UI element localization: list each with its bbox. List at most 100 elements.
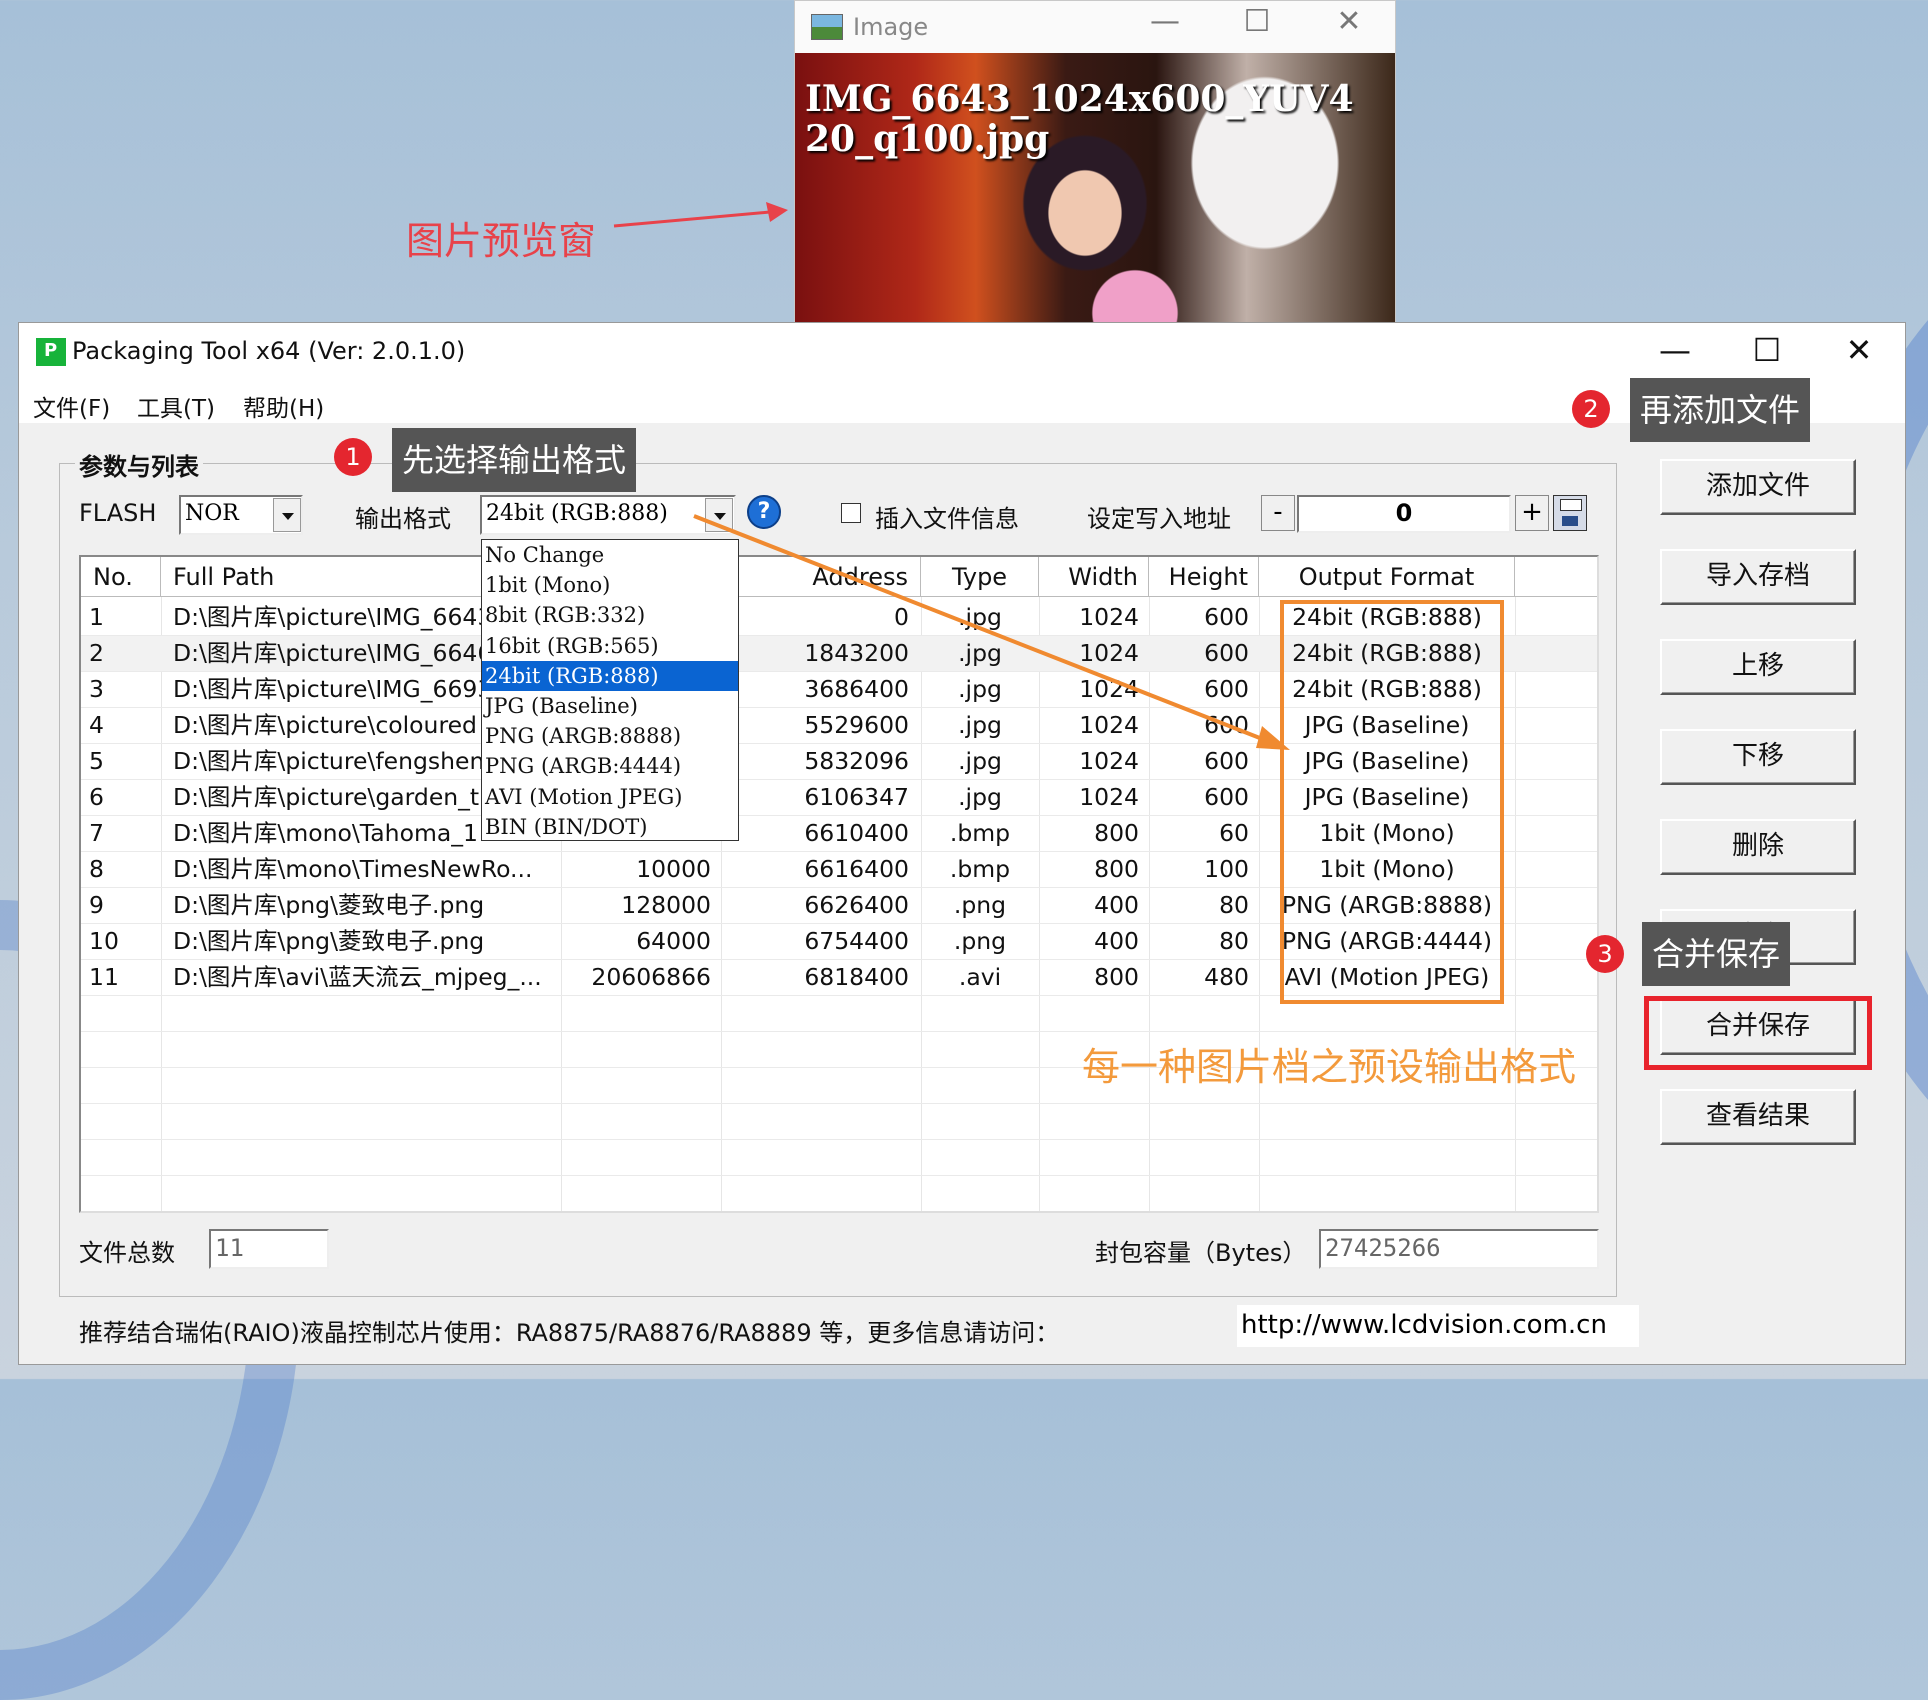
increment-button[interactable]: + xyxy=(1515,495,1549,531)
file-count-field: 11 xyxy=(209,1229,329,1269)
cell-height: 80 xyxy=(1219,927,1249,955)
cell-width: 400 xyxy=(1094,891,1139,919)
cell-no: 8 xyxy=(89,855,104,883)
close-icon[interactable]: ✕ xyxy=(1303,1,1395,53)
flash-value: NOR xyxy=(185,501,239,526)
default-format-note: 每一种图片档之预设输出格式 xyxy=(1082,1045,1577,1089)
output-format-label: 输出格式 xyxy=(355,505,451,533)
app-titlebar[interactable]: Packaging Tool x64 (Ver: 2.0.1.0) — ☐ ✕ xyxy=(19,323,1905,383)
cell-path: D:\图片库\mono\TimesNewRo... xyxy=(173,855,533,883)
cell-width: 1024 xyxy=(1079,783,1139,811)
cell-size: 10000 xyxy=(636,855,711,883)
cell-no: 1 xyxy=(89,603,104,631)
flash-dropdown-arrow-icon[interactable] xyxy=(273,498,301,532)
minimize-icon[interactable]: — xyxy=(1119,1,1211,53)
dropdown-option[interactable]: BIN (BIN/DOT) xyxy=(482,812,738,842)
cell-height: 100 xyxy=(1204,855,1249,883)
save-disk-icon[interactable] xyxy=(1553,495,1587,531)
cell-no: 11 xyxy=(89,963,119,991)
grid-line xyxy=(81,1139,1597,1140)
output-format-highlight xyxy=(1280,600,1504,1004)
cell-no: 5 xyxy=(89,747,104,775)
maximize-icon[interactable]: ☐ xyxy=(1211,1,1303,53)
cell-size: 128000 xyxy=(621,891,711,919)
preview-arrow xyxy=(613,202,788,228)
view-result-button[interactable]: 查看结果 xyxy=(1660,1089,1856,1145)
move-down-button[interactable]: 下移 xyxy=(1660,729,1856,785)
step2-badge: 2 xyxy=(1572,390,1610,428)
grid-line xyxy=(81,1175,1597,1176)
cell-address: 6818400 xyxy=(804,963,909,991)
cell-path: D:\图片库\png\菱致电子.png xyxy=(173,891,485,919)
step2-callout: 再添加文件 xyxy=(1630,378,1811,442)
cell-height: 60 xyxy=(1219,819,1249,847)
cell-no: 4 xyxy=(89,711,104,739)
cell-type: .jpg xyxy=(958,783,1002,811)
merge-save-highlight xyxy=(1644,996,1872,1070)
step1-badge: 1 xyxy=(334,438,372,476)
step3-badge: 3 xyxy=(1586,935,1624,973)
minimize-icon[interactable]: — xyxy=(1629,323,1721,383)
cell-address: 6106347 xyxy=(804,783,909,811)
preview-title: Image xyxy=(853,13,929,41)
grid-line xyxy=(81,1211,1597,1212)
file-count-label: 文件总数 xyxy=(79,1239,175,1267)
write-addr-value: 0 xyxy=(1395,499,1413,527)
image-app-icon xyxy=(811,14,843,40)
cell-no: 7 xyxy=(89,819,104,847)
write-addr-input[interactable]: 0 xyxy=(1297,495,1511,533)
menu-help[interactable]: 帮助(H) xyxy=(243,389,324,423)
cell-no: 2 xyxy=(89,639,104,667)
menubar: 文件(F) 工具(T) 帮助(H) xyxy=(19,383,1905,423)
import-archive-button[interactable]: 导入存档 xyxy=(1660,549,1856,605)
capacity-label: 封包容量（Bytes） xyxy=(1095,1239,1307,1267)
cell-size: 64000 xyxy=(636,927,711,955)
step3-callout: 合并保存 xyxy=(1642,922,1791,986)
cell-size: 20606866 xyxy=(591,963,711,991)
cell-type: .png xyxy=(953,927,1007,955)
delete-button[interactable]: 删除 xyxy=(1660,819,1856,875)
cell-type: .avi xyxy=(958,963,1002,991)
group-title: 参数与列表 xyxy=(75,447,203,482)
maximize-icon[interactable]: ☐ xyxy=(1721,323,1813,383)
packaging-tool-window[interactable]: Packaging Tool x64 (Ver: 2.0.1.0) — ☐ ✕ … xyxy=(18,322,1906,1365)
cell-address: 6616400 xyxy=(804,855,909,883)
cell-width: 400 xyxy=(1094,927,1139,955)
cell-no: 6 xyxy=(89,783,104,811)
output-format-value: 24bit (RGB:888) xyxy=(486,501,668,526)
cell-address: 6754400 xyxy=(804,927,909,955)
col-header-no[interactable]: No. xyxy=(81,557,161,597)
grid-line xyxy=(81,1103,1597,1104)
menu-tools[interactable]: 工具(T) xyxy=(137,389,215,423)
dropdown-option[interactable]: AVI (Motion JPEG) xyxy=(482,782,738,812)
file-count-value: 11 xyxy=(215,1234,244,1262)
cell-path: D:\图片库\avi\蓝天流云_mjpeg_... xyxy=(173,963,542,991)
cell-address: 6626400 xyxy=(804,891,909,919)
format-arrow xyxy=(693,514,1290,750)
cell-width: 800 xyxy=(1094,855,1139,883)
app-logo-icon xyxy=(36,338,66,366)
preview-caption: IMG_6643_1024x600_YUV420_q100.jpg xyxy=(805,78,1354,160)
cell-type: .bmp xyxy=(949,855,1011,883)
step1-callout: 先选择输出格式 xyxy=(392,428,637,492)
capacity-field: 27425266 xyxy=(1319,1229,1599,1269)
cell-no: 9 xyxy=(89,891,104,919)
cell-no: 10 xyxy=(89,927,119,955)
preview-annotation: 图片预览窗 xyxy=(406,219,597,263)
move-up-button[interactable]: 上移 xyxy=(1660,639,1856,695)
close-icon[interactable]: ✕ xyxy=(1813,323,1905,383)
menu-file[interactable]: 文件(F) xyxy=(33,389,110,423)
cell-type: .bmp xyxy=(949,819,1011,847)
website-link[interactable]: http://www.lcdvision.com.cn xyxy=(1237,1305,1639,1347)
add-file-button[interactable]: 添加文件 xyxy=(1660,459,1856,515)
capacity-value: 27425266 xyxy=(1325,1234,1441,1262)
cell-height: 80 xyxy=(1219,891,1249,919)
cell-height: 600 xyxy=(1204,783,1249,811)
cell-width: 800 xyxy=(1094,819,1139,847)
cell-address: 6610400 xyxy=(804,819,909,847)
image-preview-window[interactable]: Image — ☐ ✕ IMG_6643_1024x600_YUV420_q10… xyxy=(794,0,1396,330)
cell-height: 480 xyxy=(1204,963,1249,991)
app-title: Packaging Tool x64 (Ver: 2.0.1.0) xyxy=(72,337,466,365)
cell-width: 800 xyxy=(1094,963,1139,991)
col-header-blank xyxy=(1515,557,1597,597)
